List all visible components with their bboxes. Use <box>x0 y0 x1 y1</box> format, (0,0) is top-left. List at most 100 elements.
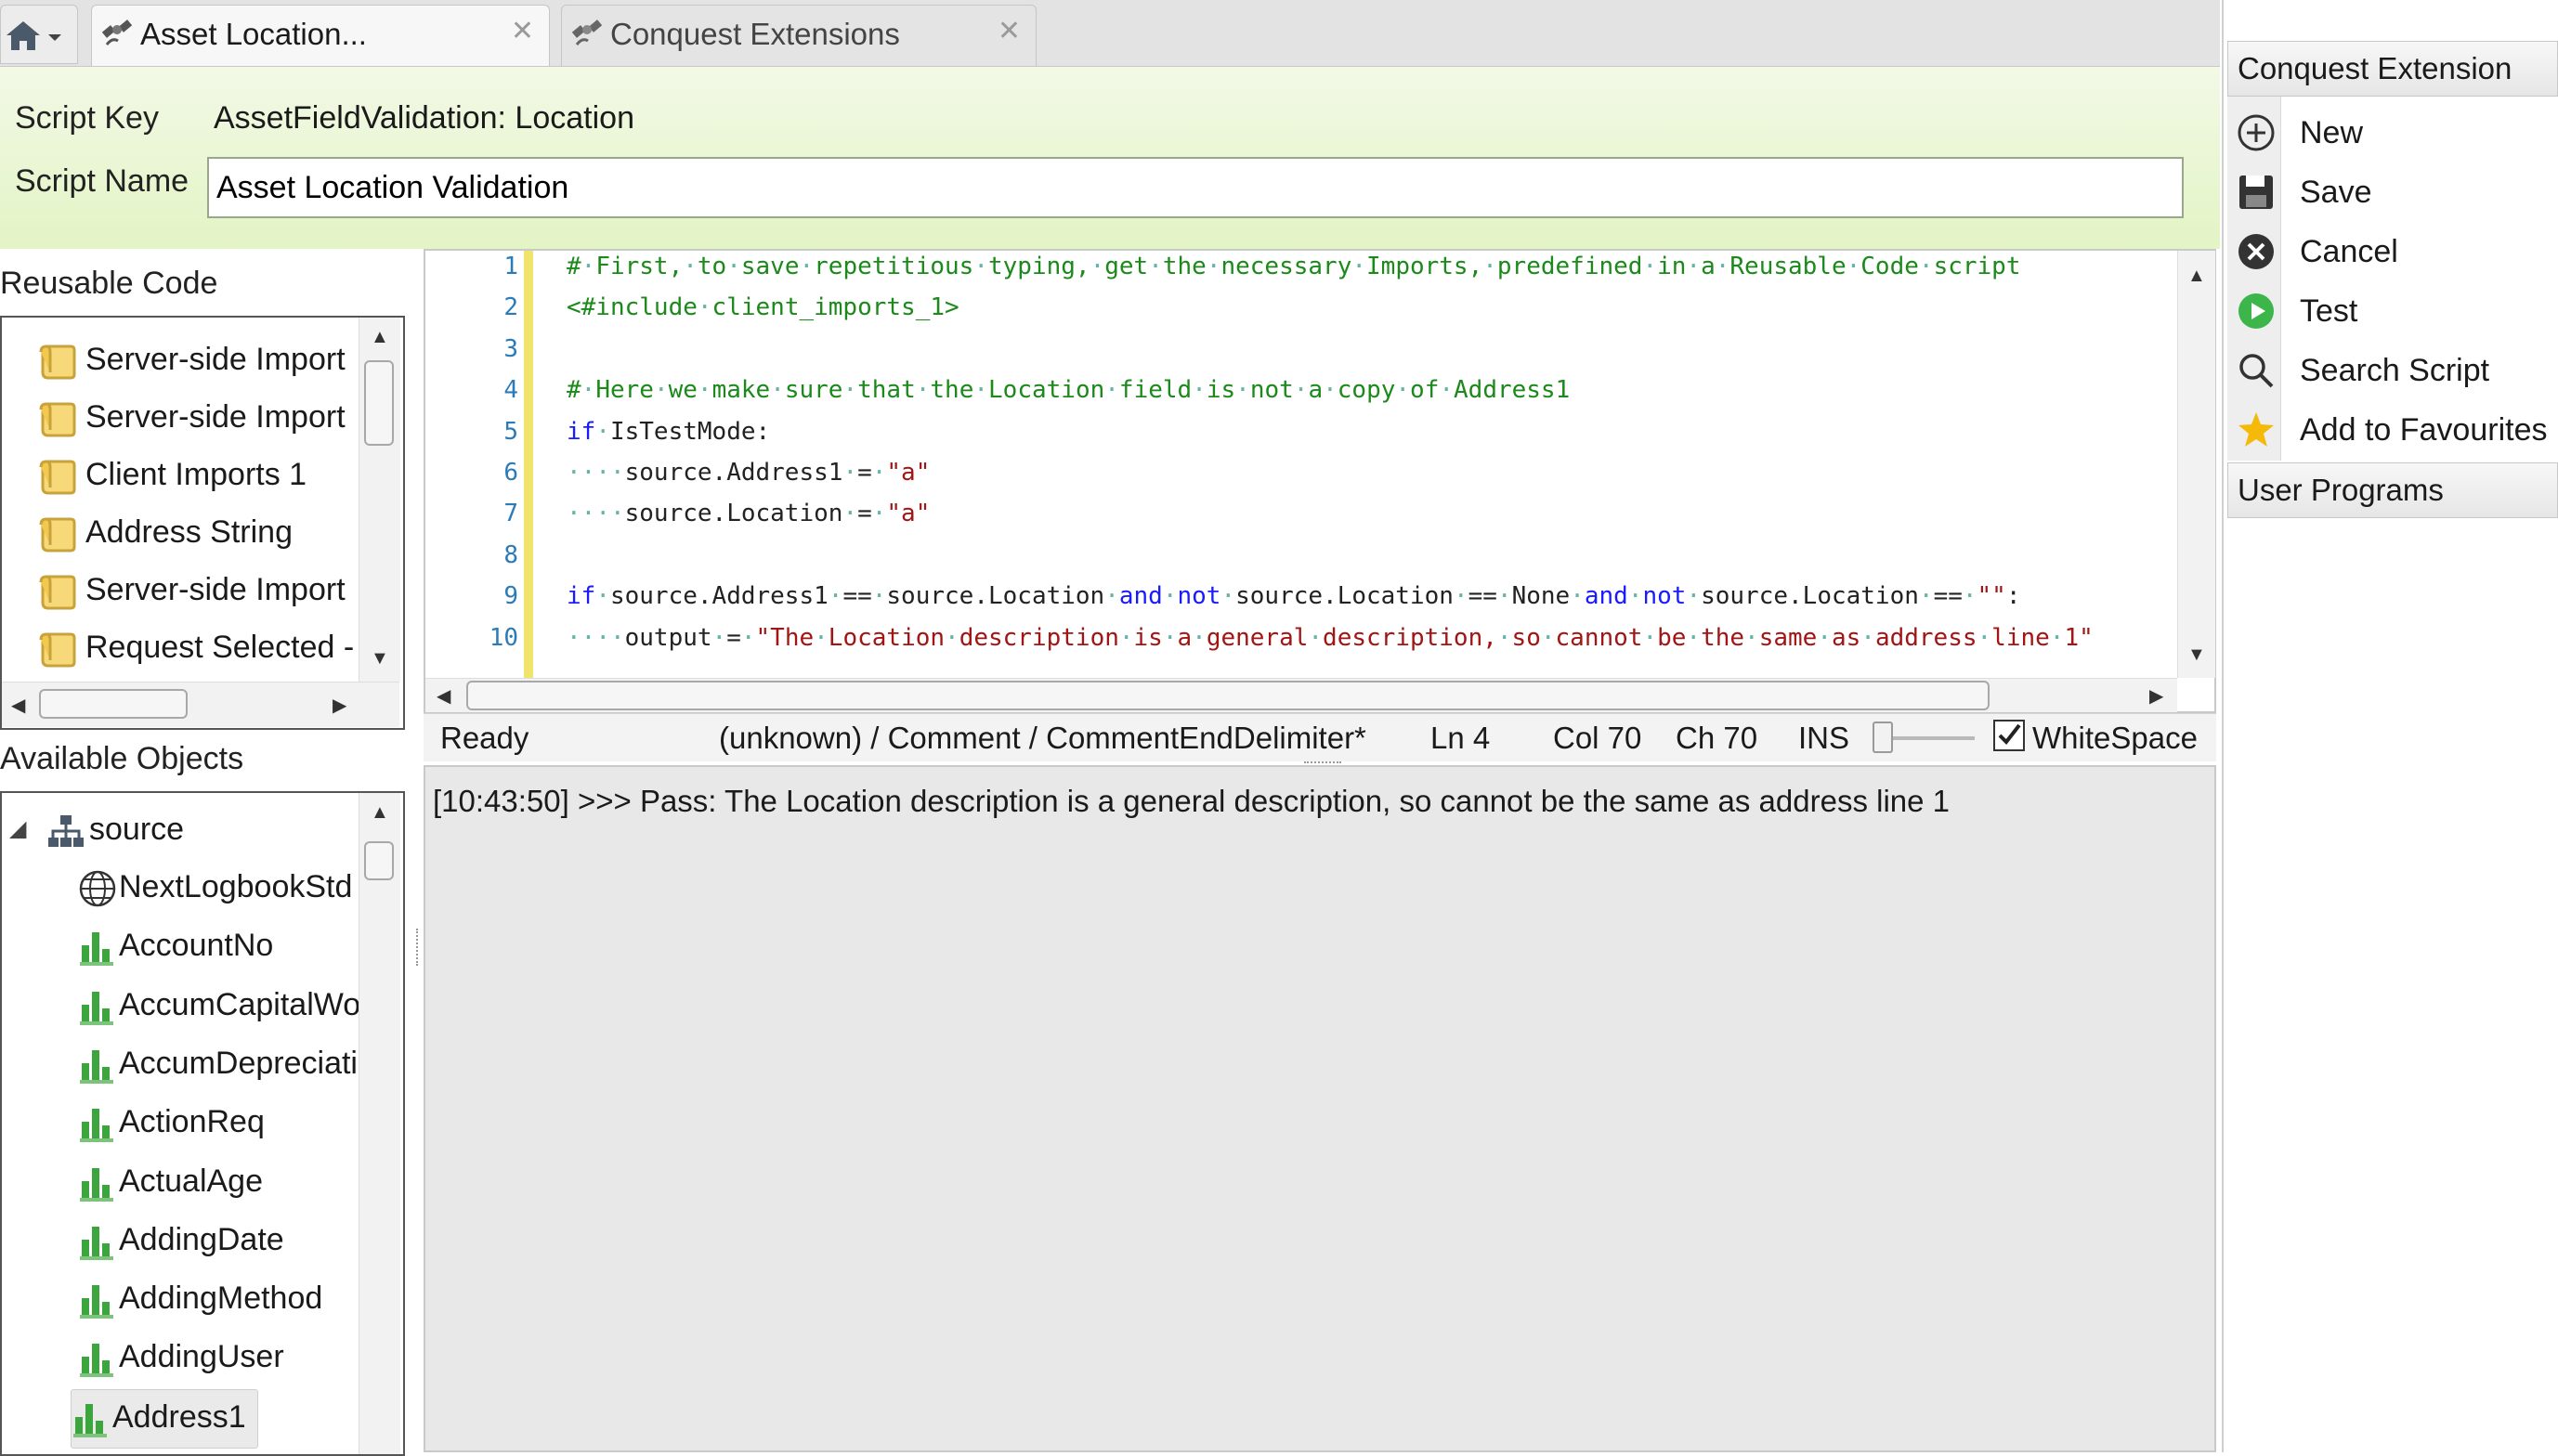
reusable-code-item-label: Server-side Import <box>85 572 346 607</box>
code-line[interactable]: if·source.Address1·==·source.Location·an… <box>567 582 2021 610</box>
floppy-disk-icon <box>2239 176 2273 209</box>
tree-node-source[interactable]: ◢ source <box>9 802 353 860</box>
tree-node-label: source <box>89 812 185 847</box>
available-objects-vertical-scrollbar[interactable]: ▲ <box>359 793 400 1454</box>
script-key-label: Script Key <box>15 100 159 136</box>
reusable-code-item[interactable]: Server-side Import <box>2 563 357 620</box>
save-action[interactable]: Save <box>2227 163 2556 221</box>
new-action[interactable]: New <box>2227 104 2556 162</box>
code-line[interactable]: #·Here·we·make·sure·that·the·Location·fi… <box>567 376 1570 404</box>
status-character: Ch 70 <box>1676 721 1758 755</box>
tree-node[interactable]: AddingMethod <box>78 1271 357 1329</box>
line-number: 5 <box>503 417 518 446</box>
zoom-slider[interactable] <box>1873 722 1975 753</box>
collapse-arrow-icon[interactable]: ◢ <box>9 815 26 842</box>
scroll-script-icon <box>39 632 76 668</box>
reusable-code-vertical-scrollbar[interactable]: ▲ ▼ <box>359 318 400 682</box>
line-number: 10 <box>489 623 518 652</box>
tree-node-selected[interactable]: Address1 <box>71 1388 258 1449</box>
field-bar-chart-icon <box>80 991 113 1025</box>
scroll-thumb[interactable] <box>364 841 394 880</box>
scroll-left-arrow-icon[interactable]: ◀ <box>437 684 450 708</box>
tree-node[interactable]: AccumDepreciati <box>78 1036 358 1094</box>
reusable-code-item[interactable]: Client Imports 1 <box>2 448 357 505</box>
code-line[interactable]: #·First,·to·save·repetitious·typing,·get… <box>567 253 2020 280</box>
scroll-down-arrow-icon[interactable]: ▼ <box>2187 644 2206 666</box>
reusable-code-horizontal-scrollbar[interactable]: ◀ ▶ <box>2 682 399 727</box>
scroll-up-arrow-icon[interactable]: ▲ <box>371 327 389 348</box>
home-dropdown-button[interactable] <box>0 5 78 64</box>
tree-node[interactable]: NextLogbookStd <box>78 860 357 917</box>
tab-label: Asset Location... <box>140 17 367 51</box>
magnifier-icon <box>2239 354 2274 388</box>
tree-node-label: AccumCapitalWo <box>119 986 361 1022</box>
zoom-slider-handle[interactable] <box>1873 722 1893 753</box>
scroll-down-arrow-icon[interactable]: ▼ <box>371 648 389 670</box>
output-line: [10:43:50] >>> Pass: The Location descri… <box>433 784 1951 818</box>
status-context: (unknown) / Comment / CommentEndDelimite… <box>719 721 1366 755</box>
tree-node[interactable]: ActualAge <box>78 1154 357 1212</box>
available-objects-tree[interactable]: ◢ source NextLogbookStd AccountNo AccumCap… <box>0 791 405 1456</box>
tab-asset-location[interactable]: Asset Location... ✕ <box>91 5 550 66</box>
scroll-thumb[interactable] <box>466 681 1990 710</box>
whitespace-checkbox[interactable] <box>1993 720 2025 751</box>
add-circle-icon <box>2238 114 2275 151</box>
line-number: 9 <box>503 582 518 611</box>
line-number: 4 <box>503 376 518 405</box>
tree-node[interactable]: AddingDate <box>78 1213 357 1270</box>
tree-node-label: Address1 <box>112 1398 246 1435</box>
scroll-up-arrow-icon[interactable]: ▲ <box>371 802 389 824</box>
field-bar-chart-icon <box>80 1109 113 1143</box>
chevron-down-icon <box>48 34 61 41</box>
reusable-code-item[interactable]: Request Selected - <box>2 620 357 678</box>
editor-vertical-scrollbar[interactable]: ▲ ▼ <box>2177 251 2215 678</box>
conquest-extension-section-header[interactable]: Conquest Extension <box>2227 41 2558 97</box>
scroll-thumb[interactable] <box>364 360 394 446</box>
tab-label: Conquest Extensions <box>610 17 900 51</box>
reusable-code-item-label: Server-side Import <box>85 342 346 377</box>
add-to-favourites-action[interactable]: Add to Favourites <box>2227 401 2556 459</box>
tree-node[interactable]: AccumCapitalWo <box>78 978 361 1035</box>
scroll-right-arrow-icon[interactable]: ▶ <box>333 694 346 717</box>
user-programs-section-header[interactable]: User Programs <box>2227 462 2558 518</box>
tree-node-label: ActionReq <box>119 1104 265 1140</box>
vertical-splitter[interactable] <box>416 929 422 966</box>
line-number: 8 <box>503 540 518 569</box>
section-title: User Programs <box>2238 473 2444 507</box>
reusable-code-item-label: Server-side Import <box>85 399 346 435</box>
reusable-code-list[interactable]: Server-side Import Server-side Import Clie… <box>0 316 405 730</box>
scroll-left-arrow-icon[interactable]: ◀ <box>11 694 25 717</box>
code-line[interactable]: ····source.Location·=·"a" <box>567 500 930 527</box>
reusable-code-item[interactable]: Server-side Import <box>2 332 357 390</box>
cancel-action[interactable]: Cancel <box>2227 223 2556 280</box>
reusable-code-item[interactable]: Address String <box>2 505 357 563</box>
scroll-up-arrow-icon[interactable]: ▲ <box>2187 266 2206 287</box>
script-name-input[interactable] <box>207 157 2184 218</box>
script-name-label: Script Name <box>15 163 189 199</box>
tree-node[interactable]: AccountNo <box>78 918 357 976</box>
tab-close-button[interactable]: ✕ <box>998 15 1021 47</box>
scroll-right-arrow-icon[interactable]: ▶ <box>2149 684 2163 708</box>
search-script-action[interactable]: Search Script <box>2227 342 2556 399</box>
reusable-code-item[interactable]: Server-side Import <box>2 390 357 448</box>
satellite-icon <box>571 20 603 46</box>
change-marker-gutter <box>524 251 533 678</box>
tree-node[interactable]: ActionReq <box>78 1095 357 1152</box>
section-title: Conquest Extension <box>2238 51 2512 85</box>
play-icon <box>2238 293 2274 329</box>
script-key-value: AssetFieldValidation: Location <box>214 100 634 136</box>
code-line[interactable]: if·IsTestMode: <box>567 418 770 446</box>
status-state: Ready <box>440 721 529 755</box>
code-line[interactable]: ····output·=·"The·Location·description·i… <box>567 624 2094 652</box>
output-pane: [10:43:50] >>> Pass: The Location descri… <box>424 765 2216 1452</box>
code-line[interactable]: ····source.Address1·=·"a" <box>567 459 930 487</box>
test-action[interactable]: Test <box>2227 282 2556 340</box>
hierarchy-icon <box>48 815 84 847</box>
tab-close-button[interactable]: ✕ <box>511 15 534 47</box>
scroll-thumb[interactable] <box>39 689 188 719</box>
editor-horizontal-scrollbar[interactable]: ◀ ▶ <box>425 678 2177 712</box>
tab-conquest-extensions[interactable]: Conquest Extensions ✕ <box>561 5 1037 66</box>
code-line[interactable]: <#include·client_imports_1> <box>567 293 959 321</box>
tree-node[interactable]: AddingUser <box>78 1330 357 1387</box>
code-editor[interactable]: 1 #·First,·to·save·repetitious·typing,·ge… <box>424 249 2216 713</box>
